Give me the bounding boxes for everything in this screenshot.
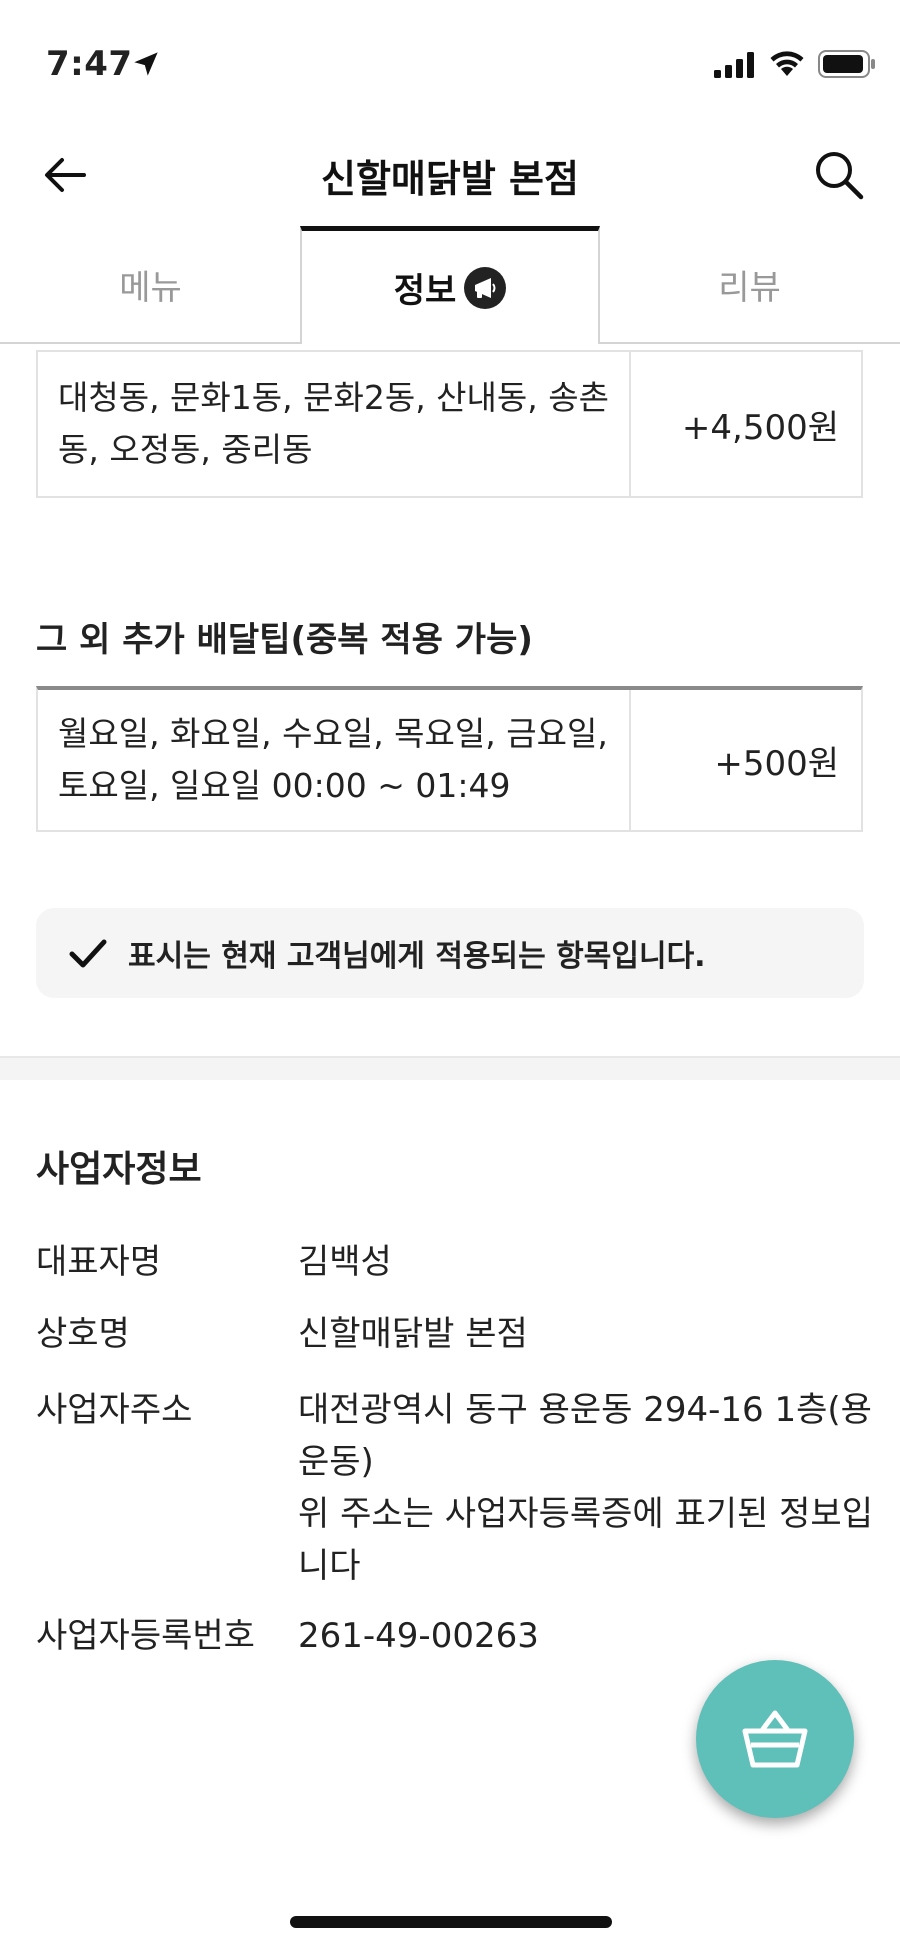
delivery-area-names: 대청동, 문화1동, 문화2동, 산내동, 송촌동, 오정동, 중리동 [38, 352, 631, 496]
status-bar: 7:47 [0, 0, 900, 120]
home-indicator [290, 1916, 612, 1928]
cart-basket-icon [742, 1710, 808, 1768]
status-time: 7:47 [46, 44, 133, 84]
address-value: 대전광역시 동구 용운동 294-16 1층(용운동) [298, 1390, 872, 1482]
page-title: 신할매닭발 본점 [321, 157, 579, 201]
nav-bar: 신할매닭발 본점 [0, 130, 900, 230]
location-arrow-icon [134, 52, 158, 76]
extra-tip-row: 월요일, 화요일, 수요일, 목요일, 금요일, 토요일, 일요일 00:00 … [36, 686, 863, 832]
row-label: 사업자주소 [36, 1390, 193, 1430]
check-icon [69, 939, 107, 968]
delivery-area-fee: +4,500원 [681, 407, 839, 448]
row-label: 상호명 [36, 1314, 130, 1354]
tab-bar: 메뉴 정보 리뷰 [0, 226, 900, 346]
extra-tip-condition: 월요일, 화요일, 수요일, 목요일, 금요일, 토요일, 일요일 00:00 … [38, 690, 631, 830]
address-note: 위 주소는 사업자등록증에 표기된 정보입니다 [298, 1494, 873, 1586]
tab-menu-label: 메뉴 [119, 267, 182, 308]
wifi-icon [770, 51, 804, 76]
row-label: 대표자명 [36, 1242, 162, 1282]
delivery-area-row: 대청동, 문화1동, 문화2동, 산내동, 송촌동, 오정동, 중리동 +4,5… [36, 350, 863, 498]
tab-review[interactable]: 리뷰 [599, 226, 900, 344]
row-value: 261-49-00263 [298, 1616, 539, 1656]
megaphone-badge-icon [464, 266, 507, 309]
business-info-title: 사업자정보 [36, 1149, 202, 1190]
section-divider [0, 1056, 900, 1080]
cart-button[interactable] [696, 1660, 854, 1818]
tab-review-label: 리뷰 [718, 267, 781, 308]
address-value-group: 대전광역시 동구 용운동 294-16 1층(용운동) 위 주소는 사업자등록증… [298, 1384, 898, 1592]
applied-notice: 표시는 현재 고객님에게 적용되는 항목입니다. [36, 908, 864, 998]
row-value: 김백성 [298, 1242, 392, 1282]
notice-text: 표시는 현재 고객님에게 적용되는 항목입니다. [128, 939, 706, 974]
extra-tip-title: 그 외 추가 배달팁(중복 적용 가능) [36, 620, 533, 660]
battery-icon [818, 50, 875, 78]
tab-info-label: 정보 [393, 271, 457, 311]
search-icon[interactable] [812, 148, 866, 202]
tab-info[interactable]: 정보 [300, 226, 600, 344]
tab-menu[interactable]: 메뉴 [0, 226, 301, 344]
row-label: 사업자등록번호 [36, 1616, 255, 1656]
extra-tip-fee: +500원 [714, 743, 839, 784]
signal-icon [714, 52, 754, 78]
row-value: 신할매닭발 본점 [298, 1314, 528, 1354]
